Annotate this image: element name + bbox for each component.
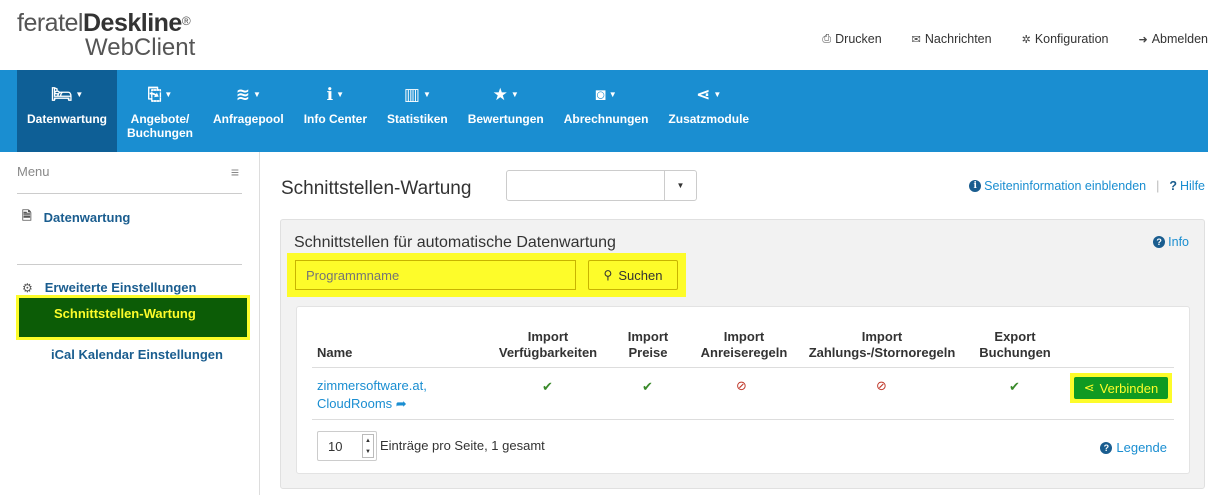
ban-icon: ⊘	[876, 378, 887, 393]
highlight-box: Schnittstellen-Wartung	[16, 295, 250, 340]
sign-out-icon: ➜	[1138, 33, 1148, 46]
check-icon: ✔	[642, 379, 653, 394]
table-header-divider	[312, 367, 1174, 368]
check-icon: ✔	[1009, 379, 1020, 394]
nav-angebote-buchungen[interactable]: ⎘ ▼ Angebote/ Buchungen	[117, 70, 203, 152]
feratel-logo[interactable]: feratelDeskline® WebClient	[17, 10, 217, 60]
sidebar-section-datenwartung[interactable]: 🗎 Datenwartung	[22, 207, 130, 228]
interface-name-link[interactable]: zimmersoftware.at, CloudRooms ➦	[317, 377, 427, 413]
main-nav: 🛏 ▼ Datenwartung ⎘ ▼ Angebote/ Buchungen ≋…	[0, 70, 1208, 152]
panel-title: Schnittstellen für automatische Datenwar…	[294, 234, 616, 251]
sidebar-divider	[17, 264, 242, 265]
page-title: Schnittstellen-Wartung	[281, 178, 472, 199]
nav-anfragepool[interactable]: ≋ ▼ Anfragepool	[203, 70, 294, 152]
caret-down-icon[interactable]: ▼	[664, 171, 696, 200]
logout-link[interactable]: ➜ Abmelden	[1138, 32, 1208, 46]
document-icon: 🗎	[22, 209, 32, 223]
top-right-links: i Seiteninformation einblenden | ? Hilfe	[969, 179, 1205, 193]
caret-down-icon: ▼	[336, 90, 345, 99]
share-icon: ⋖	[696, 85, 711, 104]
sidebar-section-erweiterte-einstellungen[interactable]: ⚙ Erweiterte Einstellungen	[22, 280, 196, 295]
print-icon: ⎙	[822, 32, 832, 45]
stepper-arrows[interactable]: ▲ ▼	[362, 434, 374, 458]
col-header-import-anreiseregeln: Import Anreiseregeln	[700, 329, 788, 360]
info-circle-icon: i	[969, 180, 982, 192]
hamburger-icon[interactable]: ≡	[231, 164, 239, 180]
share-icon: ⋖	[1083, 380, 1095, 395]
offers-icon: ⎘	[147, 85, 162, 104]
caret-down-icon: ▼	[510, 90, 519, 99]
check-icon: ✔	[542, 379, 553, 394]
verbinden-button[interactable]: ⋖ Verbinden	[1074, 377, 1168, 399]
question-icon: ?	[1169, 179, 1177, 193]
configuration-link[interactable]: ✲ Konfiguration	[1022, 32, 1109, 46]
help-link[interactable]: ? Hilfe	[1169, 179, 1205, 193]
col-header-import-zahlungs-stornoregeln: Import Zahlungs-/Stornoregeln	[808, 329, 956, 360]
question-circle-icon: ?	[1100, 441, 1113, 454]
nav-bewertungen[interactable]: ★ ▼ Bewertungen	[458, 70, 554, 152]
top-links: ⎙ Drucken ✉ Nachrichten ✲ Konfiguration …	[792, 32, 1208, 46]
sidebar: Menu ≡ 🗎 Datenwartung ⚙ Erweiterte Einst…	[0, 152, 260, 495]
nav-statistiken[interactable]: ▥ ▼ Statistiken	[377, 70, 458, 152]
program-name-input[interactable]	[295, 260, 576, 290]
nav-datenwartung[interactable]: 🛏 ▼ Datenwartung	[17, 70, 118, 152]
caret-down-icon: ▼	[253, 90, 261, 99]
caret-down-icon: ▼	[365, 448, 371, 455]
star-icon: ★	[492, 85, 508, 104]
legend-link[interactable]: ? Legende	[1100, 440, 1167, 455]
table-row-divider	[312, 419, 1174, 420]
caret-down-icon: ▼	[422, 90, 431, 99]
col-header-import-preise: Import Preise	[627, 329, 669, 360]
ban-icon: ⊘	[736, 378, 747, 393]
panel-info-link[interactable]: ? Info	[1153, 235, 1189, 249]
inbox-icon: ≋	[235, 85, 251, 104]
bed-icon: 🛏	[50, 85, 73, 104]
header: feratelDeskline® WebClient ⎙ Drucken ✉ N…	[0, 0, 1208, 70]
sidebar-item-schnittstellen-wartung[interactable]: Schnittstellen-Wartung	[19, 298, 247, 337]
caret-down-icon: ▼	[608, 90, 617, 99]
messages-link[interactable]: ✉ Nachrichten	[912, 32, 992, 46]
nav-zusatzmodule[interactable]: ⋖ ▼ Zusatzmodule	[658, 70, 759, 152]
print-link[interactable]: ⎙ Drucken	[822, 32, 881, 46]
caret-down-icon: ▼	[75, 90, 84, 99]
col-header-name: Name	[317, 345, 353, 360]
envelope-icon: ✉	[911, 33, 921, 46]
search-icon: ⚲	[603, 268, 613, 282]
interface-select[interactable]: ▼	[506, 170, 697, 201]
share-arrow-icon: ➦	[395, 396, 407, 411]
caret-down-icon: ▼	[713, 90, 722, 99]
page-size-stepper[interactable]: 10 ▲ ▼	[317, 431, 377, 461]
nav-abrechnungen[interactable]: ◙ ▼ Abrechnungen	[554, 70, 659, 152]
caret-up-icon: ▲	[365, 437, 371, 444]
gear-icon: ✲	[1021, 33, 1031, 46]
col-header-export-buchungen: Export Buchungen	[979, 329, 1051, 360]
sidebar-item-ical[interactable]: iCal Kalendar Einstellungen	[51, 347, 223, 362]
col-header-import-verfuegbarkeiten: Import Verfügbarkeiten	[498, 329, 598, 360]
cogs-icon: ⚙	[22, 280, 33, 295]
menu-header: Menu ≡	[17, 164, 242, 194]
info-icon: ℹ	[326, 85, 334, 104]
search-button[interactable]: ⚲ Suchen	[588, 260, 678, 290]
money-icon: ◙	[595, 85, 606, 104]
nav-info-center[interactable]: ℹ ▼ Info Center	[294, 70, 377, 152]
caret-down-icon: ▼	[164, 90, 173, 99]
pager-label: Einträge pro Seite, 1 gesamt	[380, 438, 545, 453]
bar-chart-icon: ▥	[403, 85, 420, 104]
show-page-info-link[interactable]: i Seiteninformation einblenden	[969, 179, 1146, 193]
question-circle-icon: ?	[1153, 236, 1166, 248]
